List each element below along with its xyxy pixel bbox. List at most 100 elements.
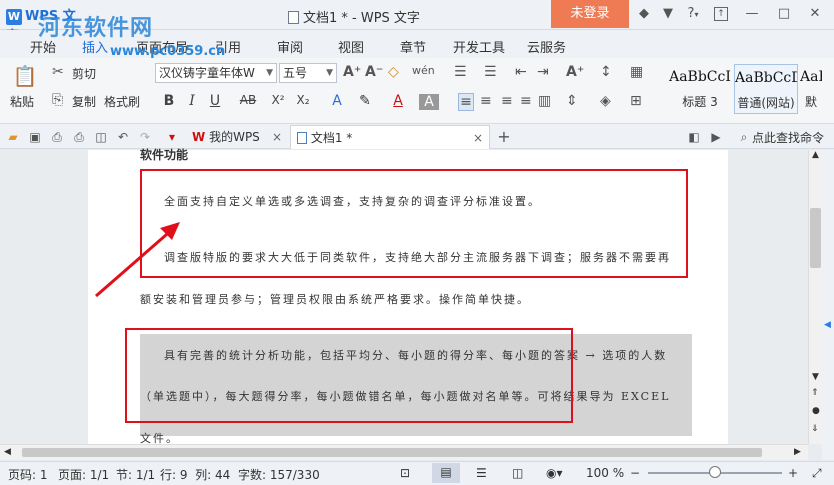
document-heading: 软件功能 <box>140 148 189 162</box>
open-folder-icon[interactable]: ▰ <box>5 129 21 145</box>
outdent-icon[interactable]: ⇤ <box>515 64 527 80</box>
fit-page-icon[interactable]: ⤢ <box>812 466 822 481</box>
customize-toolbar-icon[interactable]: ▾ <box>164 129 180 145</box>
highlight-icon[interactable]: ✎ <box>355 93 375 109</box>
sort-icon[interactable]: ↕ <box>600 64 612 80</box>
superscript-icon[interactable]: X² <box>268 93 288 107</box>
close-icon[interactable]: × <box>272 125 282 149</box>
tab-chapter[interactable]: 章节 <box>400 37 426 56</box>
scissors-icon: ✂ <box>52 64 64 80</box>
chevron-down-icon: ▼ <box>326 68 333 78</box>
text-effect-icon[interactable]: A <box>327 93 347 109</box>
zoom-slider-handle[interactable] <box>709 466 721 478</box>
font-name-select[interactable]: 汉仪铸字童年体W ▼ <box>155 63 277 83</box>
text-direction-icon[interactable]: A⁺ <box>566 64 584 80</box>
scroll-right-icon[interactable]: ▶ <box>794 447 801 457</box>
font-size-select[interactable]: 五号 ▼ <box>279 63 337 83</box>
minimize-button[interactable]: — <box>744 6 760 22</box>
redo-icon[interactable]: ↷ <box>137 129 153 145</box>
login-button[interactable]: 未登录 <box>551 0 629 28</box>
zoom-out-icon[interactable]: − <box>630 466 640 480</box>
export-pdf-icon[interactable]: ⎙ <box>49 129 65 145</box>
tab-my-wps[interactable]: W 我的WPS × <box>186 125 288 149</box>
zoom-in-icon[interactable]: + <box>788 466 798 480</box>
tab-review[interactable]: 审阅 <box>277 37 303 56</box>
distribute-icon[interactable]: ▥ <box>538 93 551 109</box>
align-center-icon[interactable]: ≡ <box>480 93 492 109</box>
annotation-box <box>140 169 688 278</box>
subscript-icon[interactable]: X₂ <box>293 93 313 107</box>
underline-icon[interactable]: U <box>205 93 225 109</box>
print-preview-icon[interactable]: ◫ <box>93 129 109 145</box>
paste-icon[interactable]: 📋 <box>12 64 38 88</box>
table-icon[interactable]: ▦ <box>630 64 643 80</box>
align-left-icon[interactable]: ≡ <box>458 93 474 111</box>
close-icon[interactable]: × <box>473 126 483 150</box>
italic-icon[interactable]: I <box>182 93 202 109</box>
bullet-list-icon[interactable]: ☰ <box>454 64 467 80</box>
paste-button[interactable]: 粘贴 <box>10 93 34 110</box>
scroll-left-icon[interactable]: ◀ <box>4 447 11 457</box>
upload-icon[interactable]: ↑ <box>714 7 728 21</box>
style-normal-web[interactable]: AaBbCcD 普通(网站) <box>734 64 798 114</box>
border-icon[interactable]: ⊞ <box>630 93 642 109</box>
save-icon[interactable]: ▣ <box>27 129 43 145</box>
clear-format-icon[interactable]: ◇ <box>388 64 399 80</box>
search-icon: ⌕ <box>740 130 748 144</box>
tab-view[interactable]: 视图 <box>338 37 364 56</box>
close-button[interactable]: ✕ <box>807 6 823 22</box>
format-painter-button[interactable]: 格式刷 <box>104 93 140 110</box>
indent-icon[interactable]: ⇥ <box>537 64 549 80</box>
style-heading3[interactable]: AaBbCcI 标题 3 <box>668 64 732 114</box>
skin-icon[interactable]: ◆ <box>636 6 652 22</box>
style-default[interactable]: AaBl 默 <box>800 64 822 114</box>
shading-icon[interactable]: ◈ <box>600 93 611 109</box>
scroll-down-icon[interactable]: ▼ <box>812 372 819 382</box>
help-button[interactable]: ?▾ <box>682 6 704 22</box>
line-spacing-icon[interactable]: ⇕ <box>566 93 578 109</box>
panel-expand-icon[interactable]: ◀ <box>824 320 831 330</box>
tshirt-icon[interactable]: ▼ <box>660 6 676 22</box>
phonetic-icon[interactable]: wén <box>412 64 435 77</box>
tab-developer[interactable]: 开发工具 <box>453 37 505 56</box>
tab-document1[interactable]: 文档1 * × <box>290 125 490 149</box>
horizontal-scrollbar[interactable]: ◀ ▶ <box>0 444 808 460</box>
undo-icon[interactable]: ↶ <box>115 129 131 145</box>
zoom-level[interactable]: 100 % <box>586 466 624 480</box>
char-shading-icon[interactable]: A <box>419 94 439 110</box>
grow-font-icon[interactable]: A⁺ <box>343 64 361 80</box>
status-position: 行: 9 列: 44 <box>160 468 231 482</box>
scroll-thumb[interactable] <box>810 208 821 268</box>
focus-mode-icon[interactable]: ⊡ <box>400 466 410 480</box>
shrink-font-icon[interactable]: A⁻ <box>365 64 383 80</box>
scroll-up-icon[interactable]: ▲ <box>812 150 819 160</box>
numbered-list-icon[interactable]: ☰ <box>484 64 497 80</box>
align-right-icon[interactable]: ≡ <box>501 93 513 109</box>
web-view-icon[interactable]: ◫ <box>512 466 523 480</box>
command-search[interactable]: 点此查找命令 <box>752 129 824 146</box>
bold-icon[interactable]: B <box>159 93 179 109</box>
new-tab-icon[interactable]: + <box>496 129 512 145</box>
tab-cloud[interactable]: 云服务 <box>527 37 566 56</box>
justify-icon[interactable]: ≡ <box>520 93 532 109</box>
share-icon[interactable]: ▶ <box>708 129 724 145</box>
scroll-thumb[interactable] <box>22 448 762 457</box>
outline-view-icon[interactable]: ☰ <box>476 466 487 480</box>
print-icon[interactable]: ⎙ <box>71 129 87 145</box>
copy-button[interactable]: 复制 <box>72 93 96 110</box>
document-icon <box>297 132 307 144</box>
strikethrough-icon[interactable]: AB <box>238 93 258 107</box>
next-page-icon[interactable]: ⇓ <box>811 424 819 434</box>
sidebar-toggle-icon[interactable]: ◧ <box>686 129 702 145</box>
cut-button[interactable]: 剪切 <box>72 65 96 82</box>
annotation-arrow-icon <box>95 222 180 298</box>
page-view-icon[interactable]: ▤ <box>432 463 460 483</box>
reading-mode-icon[interactable]: ◉▾ <box>546 466 563 480</box>
paragraph-line: 额安装和管理员参与；管理员权限由系统严格要求。操作简单快捷。 <box>140 293 530 306</box>
prev-page-icon[interactable]: ⇑ <box>811 388 819 398</box>
maximize-button[interactable]: □ <box>776 6 792 22</box>
status-word-count[interactable]: 字数: 157/330 <box>238 466 320 483</box>
vertical-scrollbar[interactable]: ▲ ▼ ⇑ ● ⇓ <box>808 150 822 444</box>
font-color-icon[interactable]: A <box>388 93 408 109</box>
select-browse-icon[interactable]: ● <box>812 406 820 416</box>
